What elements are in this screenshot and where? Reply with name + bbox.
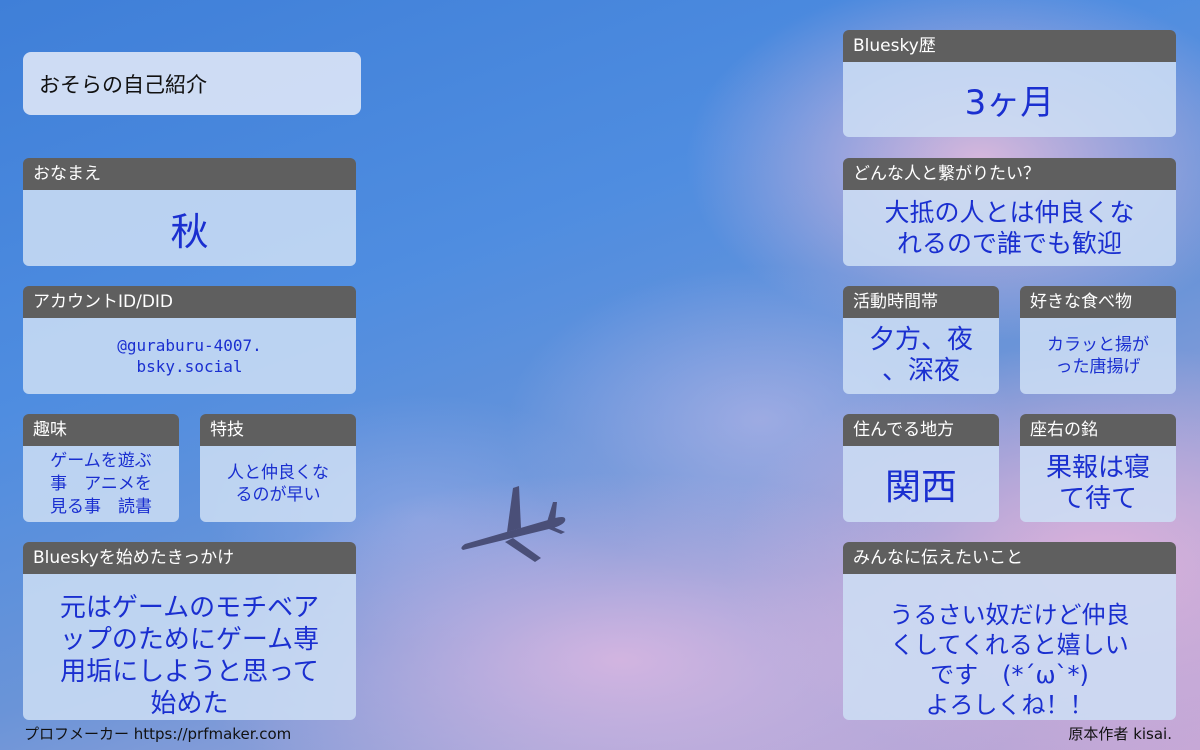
footer-credit-left: プロフメーカー https://prfmaker.com bbox=[24, 725, 292, 743]
connect-with-value: 大抵の人とは仲良くな れるので誰でも歓迎 bbox=[843, 190, 1176, 266]
footer-credit-right: 原本作者 kisai. bbox=[1068, 725, 1172, 743]
bluesky-history-label: Bluesky歴 bbox=[843, 30, 1176, 62]
name-label: おなまえ bbox=[23, 158, 356, 190]
motto-label: 座右の銘 bbox=[1020, 414, 1176, 446]
reason-value: 元はゲームのモチベア ップのためにゲーム専 用垢にしようと思って 始めた bbox=[23, 574, 356, 720]
name-card: おなまえ 秋 bbox=[23, 158, 356, 266]
skill-value: 人と仲良くな るのが早い bbox=[200, 446, 356, 522]
hobby-value: ゲームを遊ぶ 事 アニメを 見る事 読書 bbox=[23, 446, 179, 522]
profile-title: おそらの自己紹介 bbox=[23, 52, 361, 115]
region-value: 関西 bbox=[843, 446, 999, 522]
connect-with-card: どんな人と繋がりたい？ 大抵の人とは仲良くな れるので誰でも歓迎 bbox=[843, 158, 1176, 266]
reason-card: Blueskyを始めたきっかけ 元はゲームのモチベア ップのためにゲーム専 用垢… bbox=[23, 542, 356, 720]
connect-with-label: どんな人と繋がりたい？ bbox=[843, 158, 1176, 190]
bluesky-history-value: 3ヶ月 bbox=[843, 62, 1176, 137]
name-value: 秋 bbox=[23, 190, 356, 266]
hobby-label: 趣味 bbox=[23, 414, 179, 446]
active-time-value: 夕方、夜 、深夜 bbox=[843, 318, 999, 394]
favorite-food-label: 好きな食べ物 bbox=[1020, 286, 1176, 318]
skill-label: 特技 bbox=[200, 414, 356, 446]
active-time-card: 活動時間帯 夕方、夜 、深夜 bbox=[843, 286, 999, 394]
message-card: みんなに伝えたいこと うるさい奴だけど仲良 くしてくれると嬉しい です (*´ω… bbox=[843, 542, 1176, 720]
favorite-food-value: カラッと揚が った唐揚げ bbox=[1020, 318, 1176, 394]
hobby-card: 趣味 ゲームを遊ぶ 事 アニメを 見る事 読書 bbox=[23, 414, 179, 522]
reason-label: Blueskyを始めたきっかけ bbox=[23, 542, 356, 574]
region-card: 住んでる地方 関西 bbox=[843, 414, 999, 522]
skill-card: 特技 人と仲良くな るのが早い bbox=[200, 414, 356, 522]
profile-title-text: おそらの自己紹介 bbox=[39, 72, 207, 97]
airplane-icon bbox=[461, 486, 566, 562]
message-label: みんなに伝えたいこと bbox=[843, 542, 1176, 574]
active-time-label: 活動時間帯 bbox=[843, 286, 999, 318]
bluesky-history-card: Bluesky歴 3ヶ月 bbox=[843, 30, 1176, 137]
motto-value: 果報は寝 て待て bbox=[1020, 446, 1176, 522]
account-id-value: @guraburu-4007. bsky.social bbox=[23, 318, 356, 394]
favorite-food-card: 好きな食べ物 カラッと揚が った唐揚げ bbox=[1020, 286, 1176, 394]
message-value: うるさい奴だけど仲良 くしてくれると嬉しい です (*´ω`*) よろしくね！！ bbox=[843, 574, 1176, 720]
motto-card: 座右の銘 果報は寝 て待て bbox=[1020, 414, 1176, 522]
account-id-card: アカウントID/DID @guraburu-4007. bsky.social bbox=[23, 286, 356, 394]
account-id-label: アカウントID/DID bbox=[23, 286, 356, 318]
region-label: 住んでる地方 bbox=[843, 414, 999, 446]
